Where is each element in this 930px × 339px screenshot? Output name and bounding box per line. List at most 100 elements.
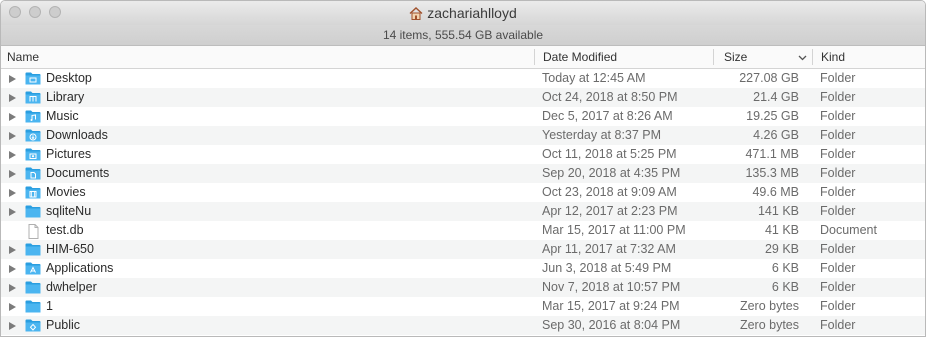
column-divider[interactable] (812, 49, 813, 65)
public-folder-icon (25, 319, 41, 332)
file-row[interactable]: Music Dec 5, 2017 at 8:26 AM 19.25 GB Folde… (1, 107, 925, 126)
title-bar[interactable]: zachariahlloyd (1, 1, 925, 25)
file-row[interactable]: Documents Sep 20, 2018 at 4:35 PM 135.3 MB… (1, 164, 925, 183)
column-kind[interactable]: Kind (821, 46, 845, 68)
music-folder-icon (25, 110, 41, 123)
desktop-folder-icon (25, 72, 41, 85)
file-row[interactable]: HIM-650 Apr 11, 2017 at 7:32 AM 29 KB Folde… (1, 240, 925, 259)
disclosure-triangle-icon[interactable] (9, 132, 16, 140)
file-kind: Folder (820, 71, 856, 85)
disclosure-triangle-icon[interactable] (9, 94, 16, 102)
file-kind: Folder (820, 147, 856, 161)
file-size: 19.25 GB (746, 109, 799, 123)
column-header: Name Date Modified Size Kind (1, 46, 925, 69)
file-name: 1 (46, 299, 53, 313)
file-row[interactable]: test.db Mar 15, 2017 at 11:00 PM 41 KB Docu… (1, 221, 925, 240)
file-kind: Folder (820, 128, 856, 142)
file-size: 41 KB (764, 223, 799, 237)
disclosure-triangle-icon[interactable] (9, 284, 16, 292)
file-size: 29 KB (764, 242, 799, 256)
file-name: Documents (46, 166, 110, 180)
document-icon (25, 224, 41, 239)
movies-folder-icon (25, 186, 41, 199)
file-name: Pictures (46, 147, 92, 161)
disclosure-triangle-icon[interactable] (9, 303, 16, 311)
file-kind: Folder (820, 242, 856, 256)
file-kind: Folder (820, 204, 856, 218)
documents-folder-icon (25, 167, 41, 180)
file-name: Public (46, 318, 81, 332)
file-date-modified: Jun 3, 2018 at 5:49 PM (542, 261, 672, 275)
file-name: HIM-650 (46, 242, 94, 256)
file-row[interactable]: Downloads Yesterday at 8:37 PM 4.26 GB Fold… (1, 126, 925, 145)
disclosure-triangle-icon[interactable] (9, 113, 16, 121)
file-size: 141 KB (757, 204, 799, 218)
file-list: Desktop Today at 12:45 AM 227.08 GB Folder L… (1, 69, 925, 335)
file-date-modified: Today at 12:45 AM (542, 71, 646, 85)
window-title-text: zachariahlloyd (427, 5, 517, 21)
disclosure-triangle-icon[interactable] (9, 170, 16, 178)
applications-folder-icon (25, 262, 41, 275)
disclosure-triangle-icon[interactable] (9, 189, 16, 197)
file-kind: Folder (820, 90, 856, 104)
file-kind: Document (820, 223, 877, 237)
folder-icon (25, 243, 41, 256)
file-kind: Folder (820, 185, 856, 199)
file-row[interactable]: Pictures Oct 11, 2018 at 5:25 PM 471.1 MB F… (1, 145, 925, 164)
disclosure-triangle-icon[interactable] (9, 265, 16, 273)
column-name[interactable]: Name (7, 46, 39, 68)
pictures-folder-icon (25, 148, 41, 161)
disclosure-triangle-icon[interactable] (9, 322, 16, 330)
column-size[interactable]: Size (724, 46, 747, 68)
file-name: Library (46, 90, 85, 104)
file-kind: Folder (820, 299, 856, 313)
file-row[interactable]: 1 Mar 15, 2017 at 9:24 PM Zero bytes Folder (1, 297, 925, 316)
folder-icon (25, 205, 41, 218)
file-row[interactable]: Desktop Today at 12:45 AM 227.08 GB Folder (1, 69, 925, 88)
file-row[interactable]: sqliteNu Apr 12, 2017 at 2:23 PM 141 KB Fol… (1, 202, 925, 221)
file-name: Desktop (46, 71, 92, 85)
file-date-modified: Oct 24, 2018 at 8:50 PM (542, 90, 678, 104)
file-size: Zero bytes (739, 299, 799, 313)
column-date-modified[interactable]: Date Modified (543, 46, 617, 68)
file-name: test.db (46, 223, 84, 237)
column-divider[interactable] (534, 49, 535, 65)
file-row[interactable]: Applications Jun 3, 2018 at 5:49 PM 6 KB Fo… (1, 259, 925, 278)
file-size: 6 KB (771, 261, 799, 275)
disclosure-triangle-icon[interactable] (9, 246, 16, 254)
library-folder-icon (25, 91, 41, 104)
home-icon (409, 7, 423, 23)
disclosure-triangle-icon[interactable] (9, 151, 16, 159)
file-name: sqliteNu (46, 204, 92, 218)
file-date-modified: Yesterday at 8:37 PM (542, 128, 662, 142)
file-date-modified: Oct 23, 2018 at 9:09 AM (542, 185, 677, 199)
window-title: zachariahlloyd (1, 5, 925, 23)
status-bar: 14 items, 555.54 GB available (1, 25, 925, 46)
file-date-modified: Sep 20, 2018 at 4:35 PM (542, 166, 681, 180)
file-size: 49.6 MB (752, 185, 799, 199)
disclosure-triangle-icon[interactable] (9, 208, 16, 216)
file-row[interactable]: dwhelper Nov 7, 2018 at 10:57 PM 6 KB Folde… (1, 278, 925, 297)
file-size: 6 KB (771, 280, 799, 294)
file-name: Music (46, 109, 79, 123)
file-date-modified: Dec 5, 2017 at 8:26 AM (542, 109, 673, 123)
file-row[interactable]: Movies Oct 23, 2018 at 9:09 AM 49.6 MB Fold… (1, 183, 925, 202)
finder-window: zachariahlloyd 14 items, 555.54 GB avail… (0, 0, 926, 337)
file-row[interactable]: Public Sep 30, 2016 at 8:04 PM Zero bytes F… (1, 316, 925, 335)
folder-icon (25, 281, 41, 294)
file-row[interactable]: Library Oct 24, 2018 at 8:50 PM 21.4 GB Fol… (1, 88, 925, 107)
disclosure-triangle-icon[interactable] (9, 75, 16, 83)
file-size: 21.4 GB (753, 90, 799, 104)
downloads-folder-icon (25, 129, 41, 142)
file-size: 4.26 GB (753, 128, 799, 142)
file-size: 471.1 MB (745, 147, 799, 161)
file-size: Zero bytes (739, 318, 799, 332)
file-date-modified: Mar 15, 2017 at 11:00 PM (542, 223, 686, 237)
file-date-modified: Apr 11, 2017 at 7:32 AM (542, 242, 676, 256)
folder-icon (25, 300, 41, 313)
file-name: Applications (46, 261, 114, 275)
column-divider[interactable] (713, 49, 714, 65)
chevron-down-icon[interactable] (798, 47, 807, 69)
file-date-modified: Mar 15, 2017 at 9:24 PM (542, 299, 680, 313)
file-date-modified: Oct 11, 2018 at 5:25 PM (542, 147, 677, 161)
